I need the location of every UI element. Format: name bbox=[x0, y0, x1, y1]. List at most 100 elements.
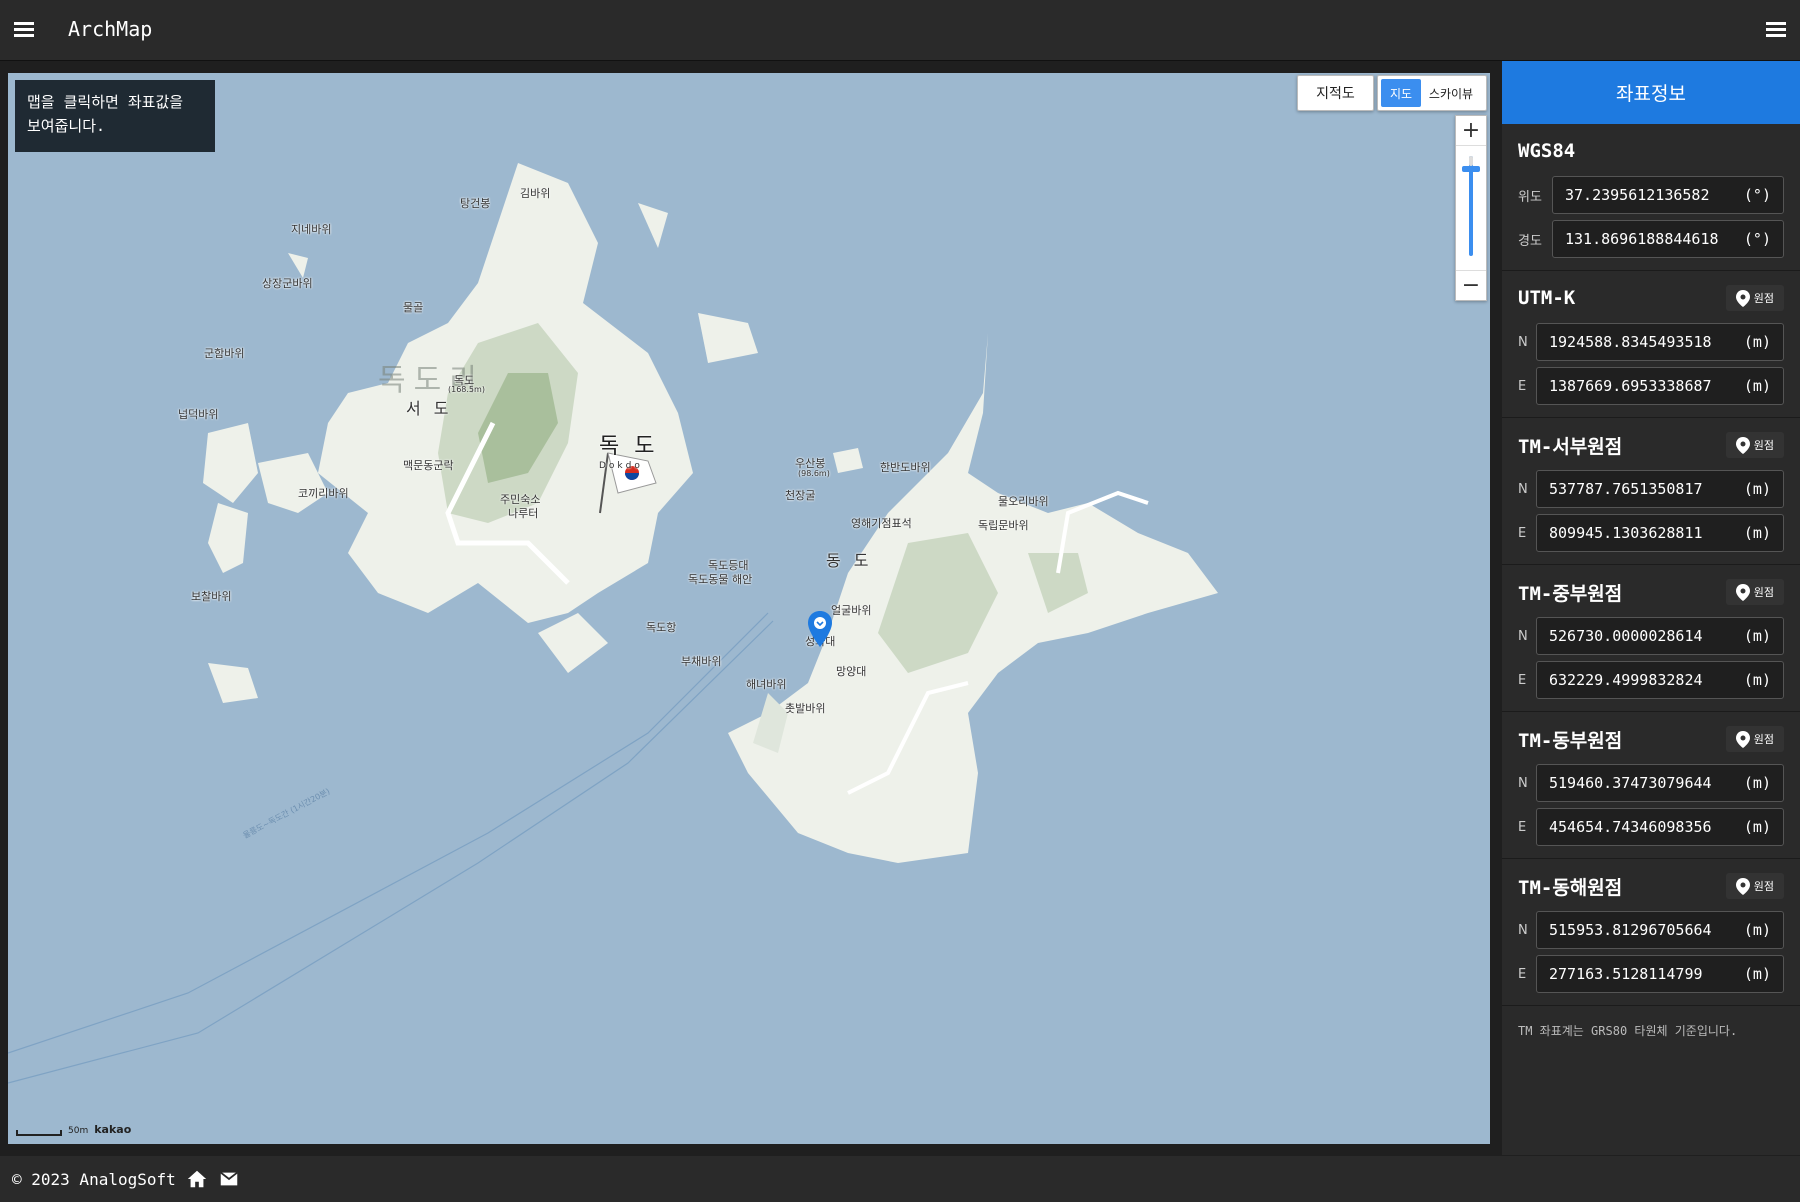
section-utm-k: UTM-K 원점 N 1924588.8345493518 (m) E 13876… bbox=[1502, 271, 1800, 418]
cadastral-map-button[interactable]: 지적도 bbox=[1297, 75, 1374, 111]
row-label: 위도 bbox=[1518, 189, 1542, 205]
hamburger-icon[interactable] bbox=[1762, 16, 1790, 44]
field-unit: (°) bbox=[1743, 230, 1771, 248]
home-icon[interactable] bbox=[186, 1168, 208, 1190]
place-label: 맥문동군락 bbox=[403, 459, 454, 472]
easting-field[interactable]: 632229.4999832824 (m) bbox=[1536, 661, 1784, 699]
zoom-track-empty bbox=[1469, 156, 1473, 166]
coordinate-panel: 좌표정보 WGS84 위도 37.2395612136582 (°) 경도 131… bbox=[1502, 61, 1800, 1155]
section-title: TM-서부원점 bbox=[1518, 435, 1623, 458]
scale-bar: 50m kakao bbox=[16, 1123, 131, 1136]
provider-logo[interactable]: kakao bbox=[94, 1123, 131, 1136]
field-value: 515953.81296705664 bbox=[1549, 921, 1712, 939]
northing-field[interactable]: 515953.81296705664 (m) bbox=[1536, 911, 1784, 949]
section-wgs84: WGS84 위도 37.2395612136582 (°) 경도 131.8696… bbox=[1502, 124, 1800, 271]
field-unit: (°) bbox=[1743, 186, 1771, 204]
northing-field[interactable]: 1924588.8345493518 (m) bbox=[1536, 323, 1784, 361]
place-label: 김바위 bbox=[520, 187, 551, 200]
field-value: 632229.4999832824 bbox=[1549, 671, 1703, 689]
map-canvas[interactable]: 탕건봉 김바위 지네바위 상장군바위 물골 군함바위 독도리 독도 (168.5… bbox=[8, 73, 1490, 1144]
location-pin-icon bbox=[1735, 583, 1750, 601]
place-label: 나루터 bbox=[508, 507, 539, 520]
origin-label: 원점 bbox=[1753, 439, 1774, 452]
scale-bar-line bbox=[16, 1130, 62, 1136]
location-marker-icon[interactable] bbox=[807, 610, 833, 648]
zoom-in-button[interactable]: + bbox=[1456, 116, 1486, 146]
place-label: 한반도바위 bbox=[880, 461, 931, 474]
origin-label: 원점 bbox=[1753, 733, 1774, 746]
section-tm-central: TM-중부원점 원점 N 526730.0000028614 (m) E 6322… bbox=[1502, 565, 1800, 712]
hamburger-icon[interactable] bbox=[10, 16, 38, 44]
field-unit: (m) bbox=[1743, 627, 1771, 645]
field-unit: (m) bbox=[1743, 818, 1771, 836]
place-label: 동 도 bbox=[826, 551, 873, 570]
field-value: 537787.7651350817 bbox=[1549, 480, 1703, 498]
location-pin-icon bbox=[1735, 877, 1750, 895]
map-type-toggle: 지도 스카이뷰 bbox=[1377, 75, 1487, 111]
place-label: 넙덕바위 bbox=[178, 408, 219, 421]
field-unit: (m) bbox=[1743, 480, 1771, 498]
location-pin-icon bbox=[1735, 730, 1750, 748]
origin-label: 원점 bbox=[1753, 880, 1774, 893]
place-label: (98.6m) bbox=[798, 469, 830, 478]
place-label: 독 도 bbox=[599, 434, 659, 459]
place-label: 독도동물 해안 bbox=[688, 573, 753, 586]
northing-field[interactable]: 537787.7651350817 (m) bbox=[1536, 470, 1784, 508]
origin-button[interactable]: 원점 bbox=[1725, 726, 1784, 752]
mail-icon[interactable] bbox=[218, 1168, 240, 1190]
row-label: N bbox=[1518, 334, 1528, 350]
easting-field[interactable]: 809945.1303628811 (m) bbox=[1536, 514, 1784, 552]
field-value: 277163.5128114799 bbox=[1549, 965, 1703, 983]
place-label: 독도항 bbox=[646, 621, 677, 634]
field-value: 1387669.6953338687 bbox=[1549, 377, 1712, 395]
map-view-button[interactable]: 지도 bbox=[1381, 79, 1421, 107]
section-title: WGS84 bbox=[1518, 140, 1576, 162]
place-label: 군함바위 bbox=[204, 347, 245, 360]
field-value: 809945.1303628811 bbox=[1549, 524, 1703, 542]
origin-label: 원점 bbox=[1753, 586, 1774, 599]
zoom-slider-handle[interactable] bbox=[1462, 166, 1480, 172]
row-label: E bbox=[1518, 378, 1527, 394]
place-label: 독립문바위 bbox=[978, 519, 1029, 532]
origin-button[interactable]: 원점 bbox=[1725, 579, 1784, 605]
scale-label: 50m bbox=[68, 1126, 89, 1136]
place-label: 얼굴바위 bbox=[831, 604, 872, 617]
field-unit: (m) bbox=[1743, 671, 1771, 689]
row-label: 경도 bbox=[1518, 233, 1542, 249]
section-tm-eastsea: TM-동해원점 원점 N 515953.81296705664 (m) E 277… bbox=[1502, 859, 1800, 1006]
place-label: 촛발바위 bbox=[785, 702, 826, 715]
place-label: (168.5m) bbox=[448, 385, 485, 394]
app-title: ArchMap bbox=[68, 17, 153, 41]
section-title: TM-동부원점 bbox=[1518, 729, 1623, 752]
location-pin-icon bbox=[1735, 289, 1750, 307]
origin-label: 원점 bbox=[1753, 292, 1774, 305]
latitude-field[interactable]: 37.2395612136582 (°) bbox=[1552, 176, 1784, 214]
easting-field[interactable]: 1387669.6953338687 (m) bbox=[1536, 367, 1784, 405]
section-tm-west: TM-서부원점 원점 N 537787.7651350817 (m) E 8099… bbox=[1502, 418, 1800, 565]
origin-button[interactable]: 원점 bbox=[1725, 873, 1784, 899]
place-label: 물골 bbox=[403, 301, 424, 314]
map-hint: 맵을 클릭하면 좌표값을 보여줍니다. bbox=[15, 80, 215, 152]
field-value: 519460.37473079644 bbox=[1549, 774, 1712, 792]
row-label: E bbox=[1518, 966, 1527, 982]
section-tm-east: TM-동부원점 원점 N 519460.37473079644 (m) E 454… bbox=[1502, 712, 1800, 859]
east-island bbox=[728, 333, 1218, 863]
row-label: N bbox=[1518, 775, 1528, 791]
northing-field[interactable]: 519460.37473079644 (m) bbox=[1536, 764, 1784, 802]
easting-field[interactable]: 454654.74346098356 (m) bbox=[1536, 808, 1784, 846]
longitude-field[interactable]: 131.8696188844618 (°) bbox=[1552, 220, 1784, 258]
row-label: N bbox=[1518, 922, 1528, 938]
northing-field[interactable]: 526730.0000028614 (m) bbox=[1536, 617, 1784, 655]
place-label: 보찰바위 bbox=[191, 590, 232, 603]
place-label: 해녀바위 bbox=[746, 678, 787, 691]
copyright-text: © 2023 AnalogSoft bbox=[12, 1169, 176, 1189]
skyview-button[interactable]: 스카이뷰 bbox=[1421, 79, 1481, 107]
west-island bbox=[203, 163, 863, 703]
zoom-out-button[interactable]: − bbox=[1456, 270, 1486, 300]
zoom-control: + − bbox=[1455, 115, 1487, 301]
origin-button[interactable]: 원점 bbox=[1725, 432, 1784, 458]
easting-field[interactable]: 277163.5128114799 (m) bbox=[1536, 955, 1784, 993]
origin-button[interactable]: 원점 bbox=[1725, 285, 1784, 311]
place-label: 망양대 bbox=[836, 665, 867, 678]
row-label: E bbox=[1518, 819, 1527, 835]
